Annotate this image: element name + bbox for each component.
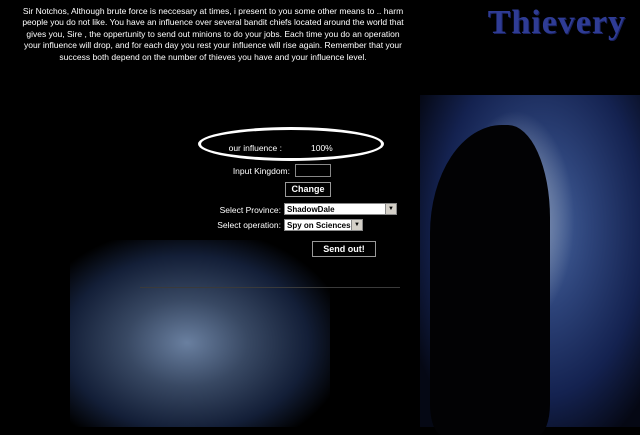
thief-artwork <box>420 95 640 435</box>
chevron-down-icon[interactable]: ▼ <box>351 220 362 230</box>
kingdom-input[interactable] <box>295 164 331 177</box>
province-select-value: ShadowDale <box>287 205 335 214</box>
operation-select[interactable]: Spy on Sciences ▼ <box>284 219 363 231</box>
intro-text: Sir Notchos, Although brute force is nec… <box>22 6 404 62</box>
send-out-button[interactable]: Send out! <box>312 241 376 257</box>
operation-label: Select operation: <box>217 220 281 230</box>
kingdom-label: Input Kingdom: <box>232 166 290 176</box>
divider-line <box>140 287 400 288</box>
bandits-artwork <box>70 240 330 427</box>
hooded-silhouette <box>430 125 550 435</box>
influence-label: our influence : <box>228 143 282 153</box>
operation-select-value: Spy on Sciences <box>287 221 351 230</box>
change-button[interactable]: Change <box>285 182 331 197</box>
province-select[interactable]: ShadowDale ▼ <box>284 203 397 215</box>
influence-value: 100% <box>311 143 333 153</box>
chevron-down-icon[interactable]: ▼ <box>385 204 396 214</box>
page-title: Thievery <box>487 4 626 41</box>
province-label: Select Province: <box>219 205 281 215</box>
